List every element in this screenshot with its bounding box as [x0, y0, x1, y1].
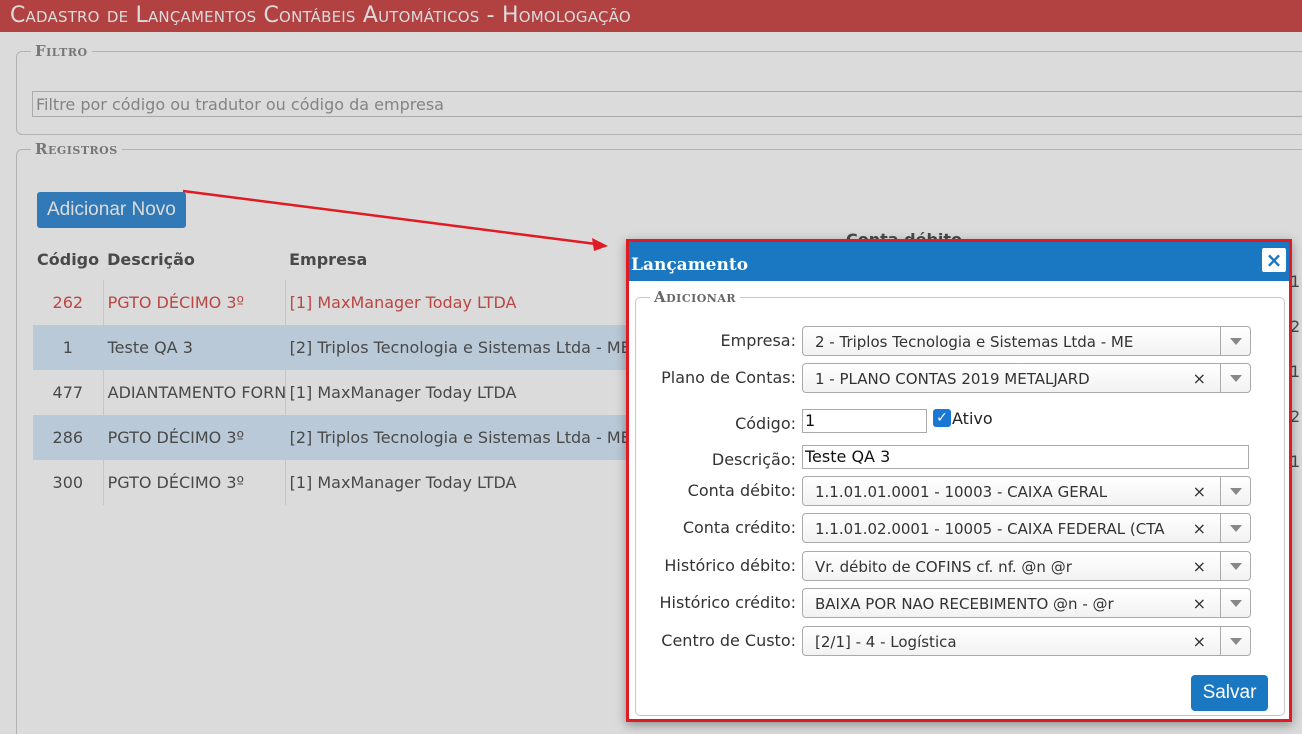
chevron-down-icon[interactable] [1220, 514, 1250, 542]
plano-label: Plano de Contas: [661, 368, 796, 387]
dialog-title: Lançamento [631, 255, 749, 275]
historico-credito-label: Histórico crédito: [659, 593, 797, 612]
conta-debito-row: Conta débito: 1.1.01.01.0001 - 10003 - C… [636, 476, 1286, 506]
chevron-down-icon[interactable] [1220, 364, 1250, 392]
historico-credito-value: BAIXA POR NAO RECEBIMENTO @n - @r [815, 595, 1114, 613]
conta-debito-select[interactable]: 1.1.01.01.0001 - 10003 - CAIXA GERAL × [802, 476, 1251, 506]
plano-row: Plano de Contas: 1 - PLANO CONTAS 2019 M… [636, 363, 1286, 393]
codigo-input[interactable]: 1 [802, 409, 927, 433]
conta-credito-value: 1.1.01.02.0001 - 10005 - CAIXA FEDERAL (… [815, 520, 1165, 538]
conta-debito-label: Conta débito: [687, 481, 796, 500]
plano-select[interactable]: 1 - PLANO CONTAS 2019 METALJARD × [802, 363, 1251, 393]
historico-debito-select[interactable]: Vr. débito de COFINS cf. nf. @n @r × [802, 551, 1251, 581]
descricao-row: Descrição: Teste QA 3 [636, 445, 1286, 475]
ativo-label[interactable]: Ativo [952, 409, 993, 428]
add-legend: Adicionar [654, 288, 737, 306]
add-section: Adicionar Empresa: 2 - Triplos Tecnologi… [635, 288, 1285, 716]
codigo-label: Código: [735, 414, 796, 433]
dialog-header: Lançamento × [629, 242, 1289, 281]
centro-custo-label: Centro de Custo: [661, 631, 796, 650]
ativo-checkbox[interactable]: ✓ [933, 409, 951, 427]
empresa-row: Empresa: 2 - Triplos Tecnologia e Sistem… [636, 326, 1286, 356]
clear-icon[interactable]: × [1193, 519, 1206, 538]
empresa-value: 2 - Triplos Tecnologia e Sistemas Ltda -… [815, 333, 1134, 351]
centro-custo-select[interactable]: [2/1] - 4 - Logística × [802, 626, 1251, 656]
clear-icon[interactable]: × [1193, 632, 1206, 651]
chevron-down-icon[interactable] [1220, 589, 1250, 617]
descricao-label: Descrição: [711, 450, 796, 469]
empresa-label: Empresa: [720, 331, 796, 350]
empresa-select[interactable]: 2 - Triplos Tecnologia e Sistemas Ltda -… [802, 326, 1251, 356]
conta-debito-value: 1.1.01.01.0001 - 10003 - CAIXA GERAL [815, 483, 1108, 501]
lancamento-dialog: Lançamento × Adicionar Empresa: 2 - Trip… [626, 239, 1292, 722]
close-icon[interactable]: × [1262, 248, 1286, 272]
conta-credito-select[interactable]: 1.1.01.02.0001 - 10005 - CAIXA FEDERAL (… [802, 513, 1251, 543]
historico-debito-row: Histórico débito: Vr. débito de COFINS c… [636, 551, 1286, 581]
clear-icon[interactable]: × [1193, 482, 1206, 501]
clear-icon[interactable]: × [1193, 369, 1206, 388]
conta-credito-label: Conta crédito: [682, 518, 796, 537]
historico-debito-label: Histórico débito: [664, 556, 796, 575]
chevron-down-icon[interactable] [1220, 627, 1250, 655]
clear-icon[interactable]: × [1193, 557, 1206, 576]
save-button[interactable]: Salvar [1191, 675, 1268, 711]
centro-custo-value: [2/1] - 4 - Logística [815, 633, 957, 651]
historico-credito-row: Histórico crédito: BAIXA POR NAO RECEBIM… [636, 588, 1286, 618]
clear-icon[interactable]: × [1193, 594, 1206, 613]
codigo-row: Código: 1 ✓ Ativo [636, 409, 1286, 439]
plano-value: 1 - PLANO CONTAS 2019 METALJARD [815, 370, 1090, 388]
historico-debito-value: Vr. débito de COFINS cf. nf. @n @r [815, 558, 1072, 576]
chevron-down-icon[interactable] [1220, 552, 1250, 580]
chevron-down-icon[interactable] [1220, 327, 1250, 355]
descricao-input[interactable]: Teste QA 3 [802, 445, 1249, 469]
conta-credito-row: Conta crédito: 1.1.01.02.0001 - 10005 - … [636, 513, 1286, 543]
historico-credito-select[interactable]: BAIXA POR NAO RECEBIMENTO @n - @r × [802, 588, 1251, 618]
centro-custo-row: Centro de Custo: [2/1] - 4 - Logística × [636, 626, 1286, 656]
chevron-down-icon[interactable] [1220, 477, 1250, 505]
